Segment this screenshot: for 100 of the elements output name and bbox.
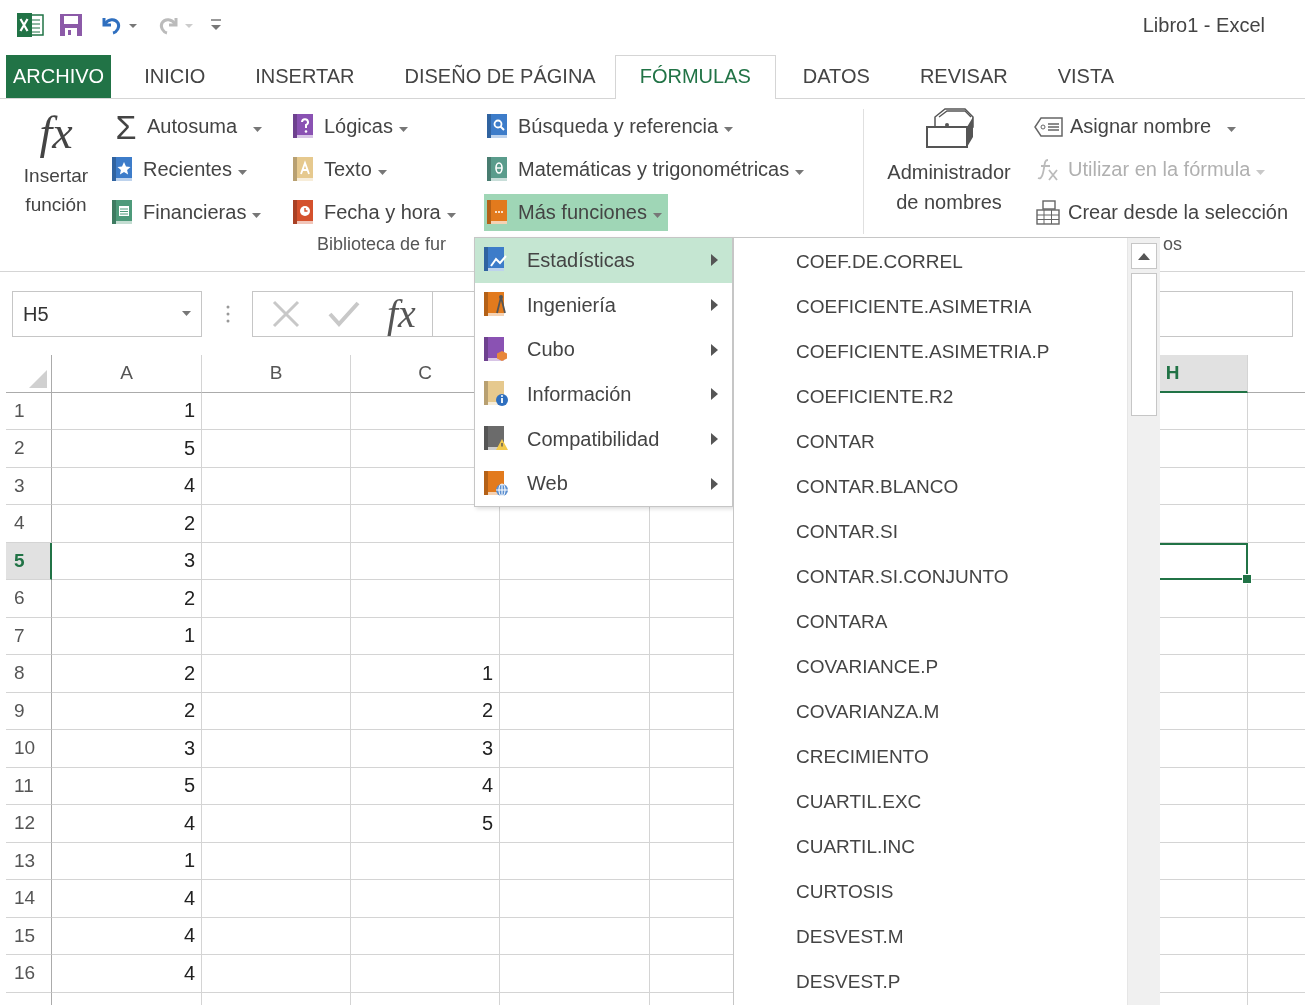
menu-item[interactable]: DESVEST.M (734, 914, 1127, 959)
function-icon[interactable]: fx (387, 291, 416, 337)
table-cell: 3 (351, 730, 500, 768)
ribbon-button[interactable]: Búsqueda y referencia (484, 108, 740, 145)
table-cell: 1 (52, 392, 202, 430)
button-label: Insertar función (22, 164, 90, 217)
row-header[interactable]: 2 (6, 430, 52, 468)
row-header[interactable]: 7 (6, 617, 52, 655)
scrollbar[interactable] (1127, 238, 1160, 1005)
menu-item[interactable]: COVARIANZA.M (734, 689, 1127, 734)
row-header[interactable]: 11 (6, 767, 52, 805)
row-header[interactable]: 3 (6, 467, 52, 505)
caret-icon (182, 311, 191, 317)
menu-item[interactable]: CONTAR (734, 419, 1127, 464)
menu-item[interactable]: CONTAR.SI.CONJUNTO (734, 554, 1127, 599)
menu-item[interactable]: CONTAR.BLANCO (734, 464, 1127, 509)
menu-item[interactable]: COEFICIENTE.ASIMETRIA (734, 284, 1127, 329)
globe-book-icon (483, 469, 509, 498)
menu-item[interactable]: CUARTIL.INC (734, 824, 1127, 869)
scroll-thumb[interactable] (1131, 273, 1157, 416)
row-header[interactable]: 1 (6, 392, 52, 430)
menu-item[interactable]: Compatibilidad (475, 416, 732, 462)
column-header[interactable]: A (52, 355, 202, 393)
row-header[interactable]: 8 (6, 655, 52, 693)
submenu-arrow-icon (711, 433, 718, 445)
menu-item[interactable]: Estadísticas (475, 238, 732, 283)
tag-icon (1034, 115, 1064, 138)
menu-item[interactable]: Ingeniería (475, 282, 732, 328)
submenu-arrow-icon (711, 477, 718, 490)
ribbon-button[interactable]: Más funciones (484, 194, 668, 231)
row-header[interactable]: 6 (6, 580, 52, 618)
ribbon-button[interactable]: Fecha y hora (290, 194, 462, 231)
menu-item[interactable]: CONTAR.SI (734, 509, 1127, 554)
ribbon-button[interactable]: Lógicas (290, 108, 414, 145)
excel-logo-icon[interactable] (16, 12, 44, 38)
save-icon[interactable] (58, 12, 84, 38)
compass-book-icon (483, 291, 509, 319)
menu-item[interactable]: COVARIANCE.P (734, 644, 1127, 689)
row-header[interactable]: 12 (6, 805, 52, 843)
grip-icon (226, 305, 230, 323)
table-cell: 3 (52, 542, 202, 580)
menu-item[interactable]: Web (475, 461, 732, 507)
name-box[interactable]: H5 (12, 291, 202, 337)
row-header[interactable]: 10 (6, 730, 52, 768)
column-header[interactable]: B (202, 355, 351, 393)
menu-item[interactable]: DESVEST.P (734, 959, 1127, 1004)
table-cell: 3 (52, 730, 202, 768)
ribbon-button[interactable]: Crear desde la selección (1032, 194, 1295, 231)
ribbon-button[interactable]: Texto (290, 151, 393, 188)
menu-item[interactable]: CUARTIL.EXC (734, 779, 1127, 824)
submenu-arrow-icon (711, 299, 718, 311)
row-header[interactable]: 14 (6, 880, 52, 918)
menu-item[interactable]: CURTOSIS (734, 869, 1127, 914)
table-cell: 2 (52, 692, 202, 730)
submenu-arrow-icon (711, 388, 718, 401)
ribbon-button[interactable]: Financieras (109, 194, 268, 231)
ribbon-tab[interactable]: VISTA (1050, 55, 1121, 98)
sum-icon: Σ (111, 111, 141, 142)
ribbon-tab[interactable]: INSERTAR (248, 55, 362, 98)
table-cell: 5 (52, 767, 202, 805)
info-book-icon (483, 380, 509, 409)
insert-function-button[interactable]: fx Insertar función (10, 105, 102, 234)
table-cell: 1 (351, 655, 500, 693)
table-icon (1034, 199, 1062, 226)
ribbon-tab[interactable]: INICIO (137, 55, 213, 98)
group-label: Biblioteca de fur (317, 234, 447, 255)
ribbon-tab[interactable]: FÓRMULAS (614, 55, 776, 99)
row-header[interactable]: 5 (6, 542, 52, 580)
fill-handle[interactable] (1242, 574, 1252, 584)
customize-icon[interactable] (210, 17, 222, 33)
ribbon-button[interactable]: Recientes (109, 151, 253, 188)
menu-item[interactable]: CRECIMIENTO (734, 734, 1127, 779)
row-header[interactable]: 4 (6, 505, 52, 543)
ribbon-tab[interactable]: REVISAR (912, 55, 1015, 98)
menu-item[interactable]: CONTARA (734, 599, 1127, 644)
table-cell: 2 (351, 692, 500, 730)
table-cell: 2 (52, 655, 202, 693)
table-cell: 1 (52, 617, 202, 655)
ribbon-button[interactable]: Matemáticas y trigonométricas (484, 151, 811, 188)
table-cell: 4 (351, 767, 500, 805)
ribbon-button[interactable]: Asignar nombre (1032, 108, 1243, 145)
cube-book-icon (483, 335, 509, 364)
name-manager-button[interactable]: Administrador de nombres (870, 105, 1028, 234)
row-header[interactable]: 15 (6, 917, 52, 955)
row-header[interactable]: 13 (6, 842, 52, 880)
warning-book-icon (483, 425, 509, 453)
row-header[interactable]: 16 (6, 955, 52, 993)
button-label: Administrador de nombres (886, 160, 1012, 215)
ribbon-tab[interactable]: DISEÑO DE PÁGINA (397, 55, 603, 98)
window-title: Libro1 - Excel (1142, 13, 1265, 37)
submenu-arrow-icon (711, 343, 718, 356)
ribbon-tab[interactable]: ARCHIVO (6, 55, 112, 98)
group-label: os (1163, 234, 1182, 255)
check-icon[interactable] (327, 299, 361, 329)
scroll-up-button[interactable] (1131, 243, 1157, 269)
ribbon-button[interactable]: Σ Autosuma (109, 108, 269, 145)
ribbon-tab[interactable]: DATOS (795, 55, 877, 98)
table-cell: 2 (52, 505, 202, 543)
row-header[interactable]: 9 (6, 692, 52, 730)
menu-item[interactable]: COEF.DE.CORREL (734, 239, 1127, 284)
